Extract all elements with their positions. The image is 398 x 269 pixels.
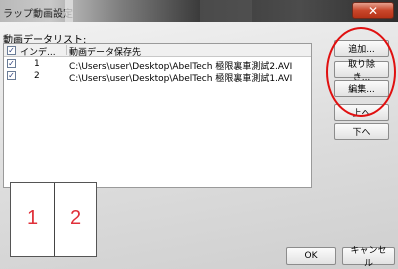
list-header: ✓ インデ... 動画データ保存先 bbox=[4, 44, 311, 58]
close-button[interactable]: ✕ bbox=[352, 2, 394, 19]
dialog-body: 動画データリスト: ✓ インデ... 動画データ保存先 ✓ 1 C:\Users… bbox=[0, 22, 398, 269]
ok-button[interactable]: OK bbox=[286, 247, 336, 265]
window-title: ラップ動画設定 bbox=[3, 9, 73, 20]
titlebar-decoration bbox=[200, 0, 252, 22]
move-down-button[interactable]: 下へ bbox=[334, 123, 389, 140]
titlebar-decoration bbox=[65, 0, 73, 22]
column-separator[interactable] bbox=[66, 45, 67, 55]
preview-slot-2-number: 2 bbox=[70, 207, 82, 229]
row-checkbox[interactable]: ✓ bbox=[7, 59, 16, 68]
video-data-list[interactable]: ✓ インデ... 動画データ保存先 ✓ 1 C:\Users\user\Desk… bbox=[3, 43, 312, 188]
list-item[interactable]: ✓ 1 C:\Users\user\Desktop\AbelTech 極限裏車測… bbox=[4, 58, 311, 72]
cancel-button[interactable]: キャンセル bbox=[342, 246, 395, 269]
list-item[interactable]: ✓ 2 C:\Users\user\Desktop\AbelTech 極限裏車測… bbox=[4, 70, 311, 84]
header-checkbox[interactable]: ✓ bbox=[7, 46, 16, 55]
row-index: 1 bbox=[34, 59, 40, 69]
lap-video-settings-dialog: ラップ動画設定 ✕ 動画データリスト: ✓ インデ... 動画データ保存先 ✓ … bbox=[0, 0, 398, 269]
preview-divider bbox=[54, 183, 55, 256]
layout-preview: 1 2 bbox=[10, 182, 97, 257]
column-header-index[interactable]: インデ... bbox=[20, 45, 56, 58]
preview-slot-1-number: 1 bbox=[27, 207, 39, 229]
row-path: C:\Users\user\Desktop\AbelTech 極限裏車測試1.A… bbox=[69, 74, 293, 84]
close-icon: ✕ bbox=[367, 3, 379, 18]
row-checkbox[interactable]: ✓ bbox=[7, 71, 16, 80]
row-index: 2 bbox=[34, 71, 40, 81]
column-header-path[interactable]: 動画データ保存先 bbox=[69, 45, 141, 58]
highlight-circle bbox=[326, 27, 396, 117]
title-bar[interactable]: ラップ動画設定 ✕ bbox=[0, 0, 398, 22]
